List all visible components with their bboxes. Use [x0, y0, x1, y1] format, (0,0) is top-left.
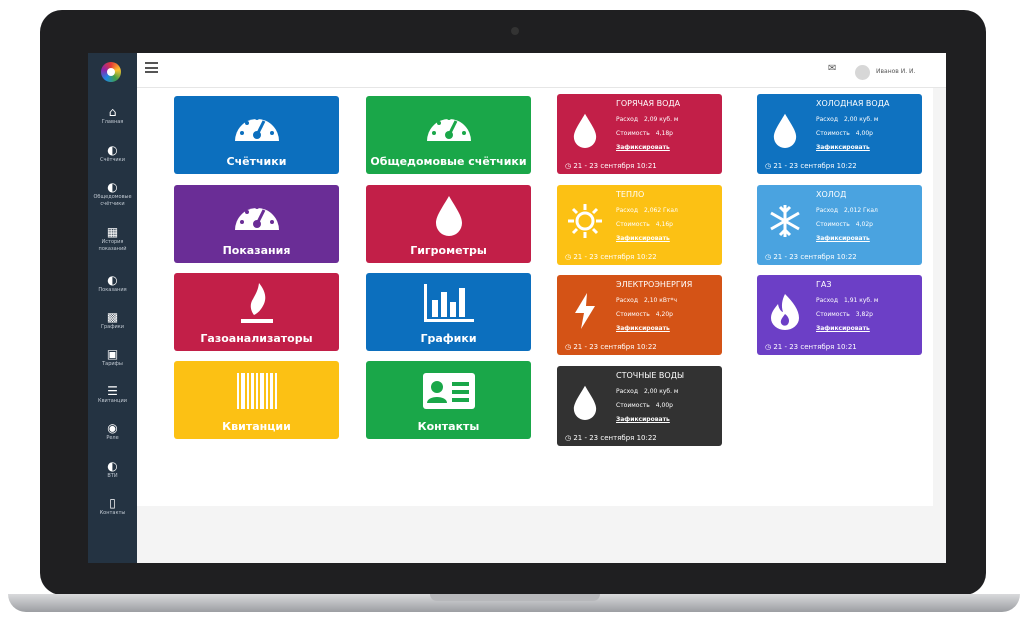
fix-link[interactable]: Зафиксировать — [616, 144, 670, 151]
fix-link[interactable]: Зафиксировать — [616, 235, 670, 242]
usage-row: Расход 2,00 куб. м — [816, 116, 879, 123]
tile-receipts[interactable]: Квитанции — [174, 361, 339, 439]
calendar-icon: ▦ — [106, 225, 119, 239]
card-hot-water[interactable]: ГОРЯЧАЯ ВОДА Расход 2,09 куб. м Стоимость… — [557, 94, 722, 174]
sidebar-item-relay[interactable]: ◉ Реле — [88, 421, 137, 442]
card-cold[interactable]: ХОЛОД Расход 2,012 Гкал Стоимость 4,02р За… — [757, 185, 922, 265]
bar-chart-icon — [366, 281, 531, 325]
money-icon: ▣ — [106, 347, 119, 361]
app-logo[interactable] — [101, 62, 121, 82]
snowflake-icon — [767, 201, 803, 241]
fix-link[interactable]: Зафиксировать — [816, 325, 870, 332]
lightning-icon — [567, 291, 603, 331]
sidebar-item-readings[interactable]: ◐ Показания — [88, 273, 137, 294]
fix-link[interactable]: Зафиксировать — [816, 144, 870, 151]
barcode-icon: ☰ — [107, 384, 118, 398]
cost-row: Стоимость 3,82р — [816, 311, 873, 318]
sidebar-item-vti[interactable]: ◐ ВТИ — [88, 459, 137, 480]
sidebar: ⌂ Главная ◐ Счётчики ◐ Общедомовые счётч… — [88, 53, 140, 563]
card-heat[interactable]: ТЕПЛО Расход 2,062 Гкал Стоимость 4,16р За… — [557, 185, 722, 265]
fix-link[interactable]: Зафиксировать — [816, 235, 870, 242]
drop-icon — [567, 110, 603, 150]
fire-icon — [767, 291, 803, 331]
sidebar-item-home[interactable]: ⌂ Главная — [88, 105, 140, 126]
toggle-icon: ◉ — [107, 421, 118, 435]
tile-common-meters[interactable]: Общедомовые счётчики — [366, 96, 531, 174]
gauge-icon: ◐ — [107, 143, 118, 157]
fix-link[interactable]: Зафиксировать — [616, 416, 670, 423]
clock-icon: ◷ — [765, 343, 772, 351]
camera — [511, 27, 519, 35]
date-stamp: ◷ 21 - 23 сентября 10:22 — [765, 253, 857, 261]
gauge-icon: ◐ — [107, 273, 118, 287]
clock-icon: ◷ — [565, 162, 572, 170]
hamburger-icon[interactable] — [145, 62, 158, 73]
flame-icon — [174, 281, 339, 325]
sidebar-item-common-meters[interactable]: ◐ Общедомовые счётчики — [88, 180, 137, 208]
gauge-icon — [174, 193, 339, 237]
sun-icon — [567, 201, 603, 241]
tile-readings[interactable]: Показания — [174, 185, 339, 263]
cost-row: Стоимость 4,02р — [816, 221, 873, 228]
sidebar-item-tariffs[interactable]: ▣ Тарифы — [88, 347, 137, 368]
date-stamp: ◷ 21 - 23 сентября 10:22 — [565, 343, 657, 351]
envelope-icon[interactable]: ✉ — [828, 63, 836, 74]
date-stamp: ◷ 21 - 23 сентября 10:22 — [565, 253, 657, 261]
top-bar: ✉ Иванов И. И. — [137, 53, 946, 88]
usage-row: Расход 2,00 куб. м — [616, 388, 679, 395]
avatar[interactable] — [855, 65, 870, 80]
tile-meters[interactable]: Счётчики — [174, 96, 339, 174]
clock-icon: ◷ — [765, 162, 772, 170]
app-screen: ⌂ Главная ◐ Счётчики ◐ Общедомовые счётч… — [88, 53, 946, 563]
drop-icon — [366, 193, 531, 237]
cost-row: Стоимость 4,20р — [616, 311, 673, 318]
date-stamp: ◷ 21 - 23 сентября 10:22 — [565, 434, 657, 442]
gauge-icon: ◐ — [107, 459, 118, 473]
tile-charts[interactable]: Графики — [366, 273, 531, 351]
sidebar-item-contacts[interactable]: ▯ Контакты — [88, 496, 137, 517]
date-stamp: ◷ 21 - 23 сентября 10:21 — [565, 162, 657, 170]
tile-hygrometers[interactable]: Гигрометры — [366, 185, 531, 263]
barcode-icon — [174, 369, 339, 413]
drop-icon — [767, 110, 803, 150]
clock-icon: ◷ — [565, 343, 572, 351]
gauge-icon — [174, 104, 339, 148]
usage-row: Расход 2,062 Гкал — [616, 207, 678, 214]
home-icon: ⌂ — [108, 105, 117, 119]
user-name[interactable]: Иванов И. И. — [876, 68, 915, 75]
card-sewage[interactable]: СТОЧНЫЕ ВОДЫ Расход 2,00 куб. м Стоимость… — [557, 366, 722, 446]
card-gas[interactable]: ГАЗ Расход 1,91 куб. м Стоимость 3,82р Заф… — [757, 275, 922, 355]
card-cold-water[interactable]: ХОЛОДНАЯ ВОДА Расход 2,00 куб. м Стоимост… — [757, 94, 922, 174]
cost-row: Стоимость 4,18р — [616, 130, 673, 137]
date-stamp: ◷ 21 - 23 сентября 10:22 — [765, 162, 857, 170]
tile-gas-analyzers[interactable]: Газоанализаторы — [174, 273, 339, 351]
usage-row: Расход 2,10 кВт*ч — [616, 297, 678, 304]
cost-row: Стоимость 4,00р — [616, 402, 673, 409]
sidebar-item-charts[interactable]: ▩ Графики — [88, 310, 137, 331]
clock-icon: ◷ — [565, 253, 572, 261]
sidebar-item-meters[interactable]: ◐ Счётчики — [88, 143, 137, 164]
tile-contacts[interactable]: Контакты — [366, 361, 531, 439]
chart-icon: ▩ — [106, 310, 119, 324]
laptop-base-notch — [430, 594, 600, 601]
fix-link[interactable]: Зафиксировать — [616, 325, 670, 332]
drop-icon — [567, 382, 603, 422]
clock-icon: ◷ — [565, 434, 572, 442]
contact-card-icon: ▯ — [109, 496, 116, 510]
contact-card-icon — [366, 369, 531, 413]
usage-row: Расход 2,09 куб. м — [616, 116, 679, 123]
sidebar-item-receipts[interactable]: ☰ Квитанции — [88, 384, 137, 405]
cost-row: Стоимость 4,00р — [816, 130, 873, 137]
card-electricity[interactable]: ЭЛЕКТРОЭНЕРГИЯ Расход 2,10 кВт*ч Стоимост… — [557, 275, 722, 355]
gauge-icon: ◐ — [107, 180, 118, 194]
usage-row: Расход 2,012 Гкал — [816, 207, 878, 214]
usage-row: Расход 1,91 куб. м — [816, 297, 879, 304]
sidebar-item-history[interactable]: ▦ История показаний — [88, 225, 137, 253]
cost-row: Стоимость 4,16р — [616, 221, 673, 228]
date-stamp: ◷ 21 - 23 сентября 10:21 — [765, 343, 857, 351]
gauge-icon — [366, 104, 531, 148]
clock-icon: ◷ — [765, 253, 772, 261]
